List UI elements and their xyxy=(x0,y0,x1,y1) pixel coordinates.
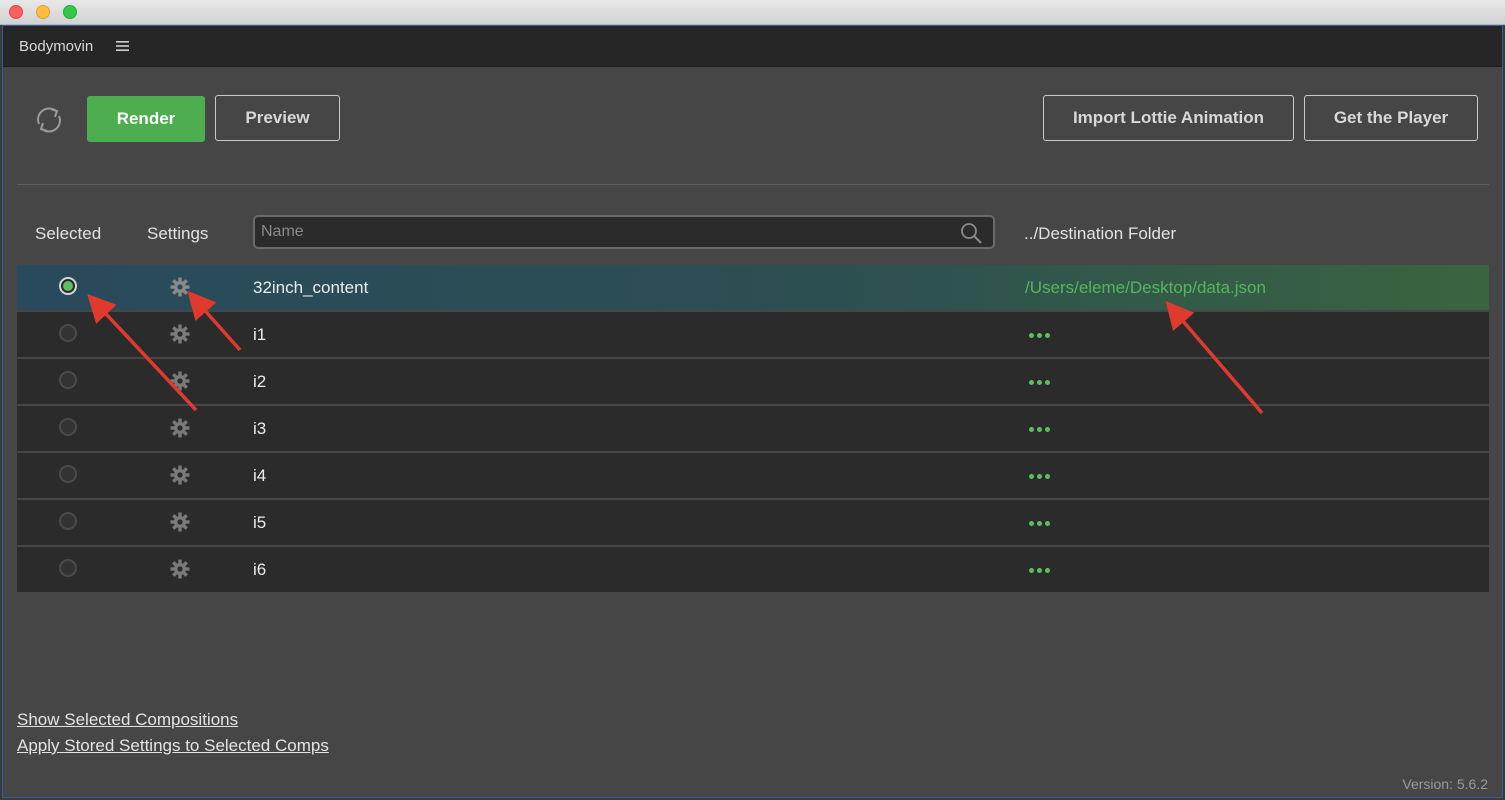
ellipsis-dot xyxy=(1029,521,1034,526)
composition-select-radio[interactable] xyxy=(59,512,77,530)
ellipsis-dot xyxy=(1037,427,1042,432)
composition-row[interactable]: i1 xyxy=(17,312,1489,357)
composition-name: 32inch_content xyxy=(253,278,369,297)
ellipsis-dot xyxy=(1045,474,1050,479)
ellipsis-dot xyxy=(1029,427,1034,432)
settings-gear-icon[interactable] xyxy=(169,323,191,345)
panel-title: Bodymovin xyxy=(19,38,94,55)
search-icon[interactable] xyxy=(959,221,983,245)
render-button[interactable]: Render xyxy=(87,96,205,142)
composition-row[interactable]: i4 xyxy=(17,453,1489,498)
composition-name: i5 xyxy=(253,513,267,532)
window-titlebar xyxy=(0,0,1505,25)
show-selected-compositions-link[interactable]: Show Selected Compositions xyxy=(17,710,238,730)
settings-gear-icon[interactable] xyxy=(169,558,191,580)
composition-row[interactable]: i6 xyxy=(17,547,1489,592)
composition-row[interactable]: i3 xyxy=(17,406,1489,451)
composition-row[interactable]: i5 xyxy=(17,500,1489,545)
ellipsis-dot xyxy=(1029,333,1034,338)
version-label: Version: 5.6.2 xyxy=(1402,776,1488,792)
ellipsis-dot xyxy=(1045,380,1050,385)
import-lottie-button[interactable]: Import Lottie Animation xyxy=(1043,95,1294,141)
get-player-button[interactable]: Get the Player xyxy=(1304,95,1478,141)
settings-gear-icon[interactable] xyxy=(169,464,191,486)
window-maximize-button[interactable] xyxy=(63,5,77,19)
toolbar-divider xyxy=(17,184,1489,185)
composition-select-radio[interactable] xyxy=(59,559,77,577)
panel-header: Bodymovin xyxy=(3,26,1502,67)
ellipsis-dot xyxy=(1037,568,1042,573)
composition-name: i4 xyxy=(253,466,267,485)
composition-select-radio[interactable] xyxy=(59,465,77,483)
ellipsis-dot xyxy=(1029,474,1034,479)
destination-choose-button[interactable] xyxy=(1027,472,1053,480)
ellipsis-dot xyxy=(1029,568,1034,573)
preview-button[interactable]: Preview xyxy=(215,95,340,141)
composition-name: i3 xyxy=(253,419,267,438)
search-box xyxy=(253,215,995,249)
ellipsis-dot xyxy=(1045,427,1050,432)
refresh-icon[interactable] xyxy=(31,102,67,138)
column-header-selected: Selected xyxy=(35,224,102,243)
ellipsis-dot xyxy=(1029,380,1034,385)
composition-list: 32inch_content/Users/eleme/Desktop/data.… xyxy=(17,265,1489,594)
ellipsis-dot xyxy=(1037,380,1042,385)
composition-name: i1 xyxy=(253,325,267,344)
composition-select-radio[interactable] xyxy=(59,418,77,436)
ellipsis-dot xyxy=(1037,474,1042,479)
composition-name: i2 xyxy=(253,372,267,391)
window-close-button[interactable] xyxy=(9,5,23,19)
window-minimize-button[interactable] xyxy=(36,5,50,19)
ellipsis-dot xyxy=(1045,568,1050,573)
destination-choose-button[interactable] xyxy=(1027,566,1053,574)
ellipsis-dot xyxy=(1045,521,1050,526)
bodymovin-panel: Bodymovin Render Preview Import Lottie A… xyxy=(2,25,1503,798)
composition-select-radio[interactable] xyxy=(59,277,77,295)
settings-gear-icon[interactable] xyxy=(169,276,191,298)
destination-choose-button[interactable] xyxy=(1027,519,1053,527)
destination-choose-button[interactable] xyxy=(1027,331,1053,339)
composition-row[interactable]: i2 xyxy=(17,359,1489,404)
settings-gear-icon[interactable] xyxy=(169,511,191,533)
ellipsis-dot xyxy=(1045,333,1050,338)
destination-choose-button[interactable] xyxy=(1027,425,1053,433)
apply-stored-settings-link[interactable]: Apply Stored Settings to Selected Comps xyxy=(17,736,329,756)
settings-gear-icon[interactable] xyxy=(169,370,191,392)
composition-row[interactable]: 32inch_content/Users/eleme/Desktop/data.… xyxy=(17,265,1489,310)
settings-gear-icon[interactable] xyxy=(169,417,191,439)
composition-select-radio[interactable] xyxy=(59,324,77,342)
radio-selected-dot xyxy=(63,281,73,291)
destination-choose-button[interactable] xyxy=(1027,378,1053,386)
column-header-settings: Settings xyxy=(147,224,209,243)
ellipsis-dot xyxy=(1037,521,1042,526)
ellipsis-dot xyxy=(1037,333,1042,338)
composition-select-radio[interactable] xyxy=(59,371,77,389)
destination-path[interactable]: /Users/eleme/Desktop/data.json xyxy=(1025,278,1266,298)
name-search-input[interactable] xyxy=(255,217,945,247)
column-header-destination: ../Destination Folder xyxy=(1024,224,1177,243)
composition-name: i6 xyxy=(253,560,267,579)
hamburger-menu-icon[interactable] xyxy=(116,38,130,54)
